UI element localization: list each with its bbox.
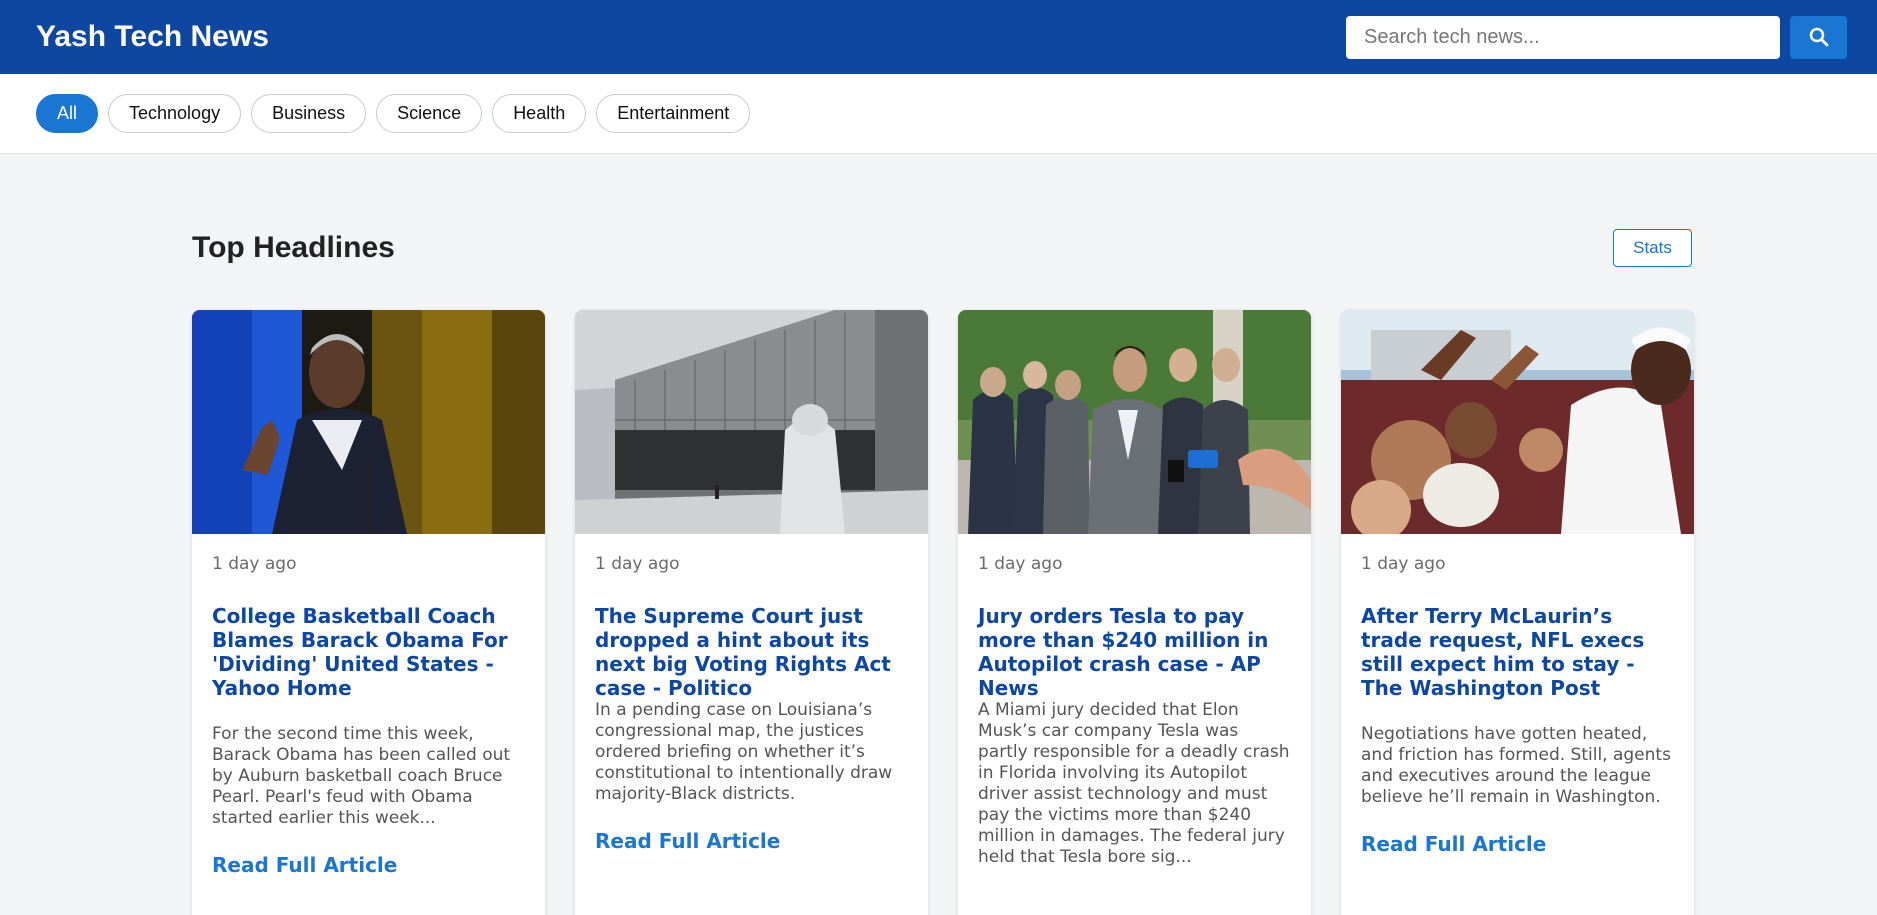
category-science[interactable]: Science bbox=[376, 94, 483, 133]
search-input[interactable] bbox=[1346, 15, 1780, 59]
article-description: Negotiations have gotten heated, and fri… bbox=[1361, 724, 1671, 807]
category-business[interactable]: Business bbox=[251, 94, 367, 133]
article-title[interactable]: The Supreme Court just dropped a hint ab… bbox=[595, 604, 908, 700]
article-body: 1 day ago After Terry McLaurin’s trade r… bbox=[1341, 534, 1694, 856]
category-entertainment[interactable]: Entertainment bbox=[596, 94, 751, 133]
article-time: 1 day ago bbox=[978, 554, 1063, 574]
article-card: 1 day ago The Supreme Court just dropped… bbox=[575, 310, 928, 915]
read-full-article-link[interactable]: Read Full Article bbox=[595, 829, 908, 853]
category-health[interactable]: Health bbox=[492, 94, 587, 133]
search-bar bbox=[1346, 15, 1847, 59]
article-image[interactable] bbox=[1341, 310, 1694, 534]
article-body: 1 day ago The Supreme Court just dropped… bbox=[575, 534, 928, 853]
app-header: Yash Tech News bbox=[0, 0, 1877, 74]
article-grid: 1 day ago College Basketball Coach Blame… bbox=[192, 310, 1694, 915]
category-technology[interactable]: Technology bbox=[108, 94, 242, 133]
article-body: 1 day ago Jury orders Tesla to pay more … bbox=[958, 534, 1311, 868]
section-header: Top Headlines Stats bbox=[192, 217, 1692, 279]
article-description: A Miami jury decided that Elon Musk’s ca… bbox=[978, 700, 1290, 867]
headlines-section: Top Headlines Stats 1 day ago College Ba… bbox=[0, 154, 1877, 915]
article-image[interactable] bbox=[575, 310, 928, 534]
article-time: 1 day ago bbox=[212, 554, 297, 574]
article-description: For the second time this week, Barack Ob… bbox=[212, 724, 511, 828]
section-title: Top Headlines bbox=[192, 231, 395, 264]
category-bar: All Technology Business Science Health E… bbox=[0, 74, 1877, 154]
read-full-article-link[interactable]: Read Full Article bbox=[1361, 832, 1674, 856]
article-time: 1 day ago bbox=[595, 554, 680, 574]
article-body: 1 day ago College Basketball Coach Blame… bbox=[192, 534, 545, 877]
article-title[interactable]: After Terry McLaurin’s trade request, NF… bbox=[1361, 604, 1674, 724]
article-time: 1 day ago bbox=[1361, 554, 1446, 574]
article-title[interactable]: Jury orders Tesla to pay more than $240 … bbox=[978, 604, 1291, 700]
search-button[interactable] bbox=[1790, 15, 1847, 59]
article-image[interactable] bbox=[958, 310, 1311, 534]
read-full-article-link[interactable]: Read Full Article bbox=[212, 853, 525, 877]
article-card: 1 day ago College Basketball Coach Blame… bbox=[192, 310, 545, 915]
article-title[interactable]: College Basketball Coach Blames Barack O… bbox=[212, 604, 525, 724]
stats-button[interactable]: Stats bbox=[1613, 229, 1692, 267]
article-description: In a pending case on Louisiana’s congres… bbox=[595, 700, 893, 804]
category-all[interactable]: All bbox=[36, 94, 99, 133]
search-icon bbox=[1809, 27, 1828, 47]
article-image[interactable] bbox=[192, 310, 545, 534]
brand-title[interactable]: Yash Tech News bbox=[36, 20, 269, 54]
article-card: 1 day ago After Terry McLaurin’s trade r… bbox=[1341, 310, 1694, 915]
article-card: 1 day ago Jury orders Tesla to pay more … bbox=[958, 310, 1311, 915]
